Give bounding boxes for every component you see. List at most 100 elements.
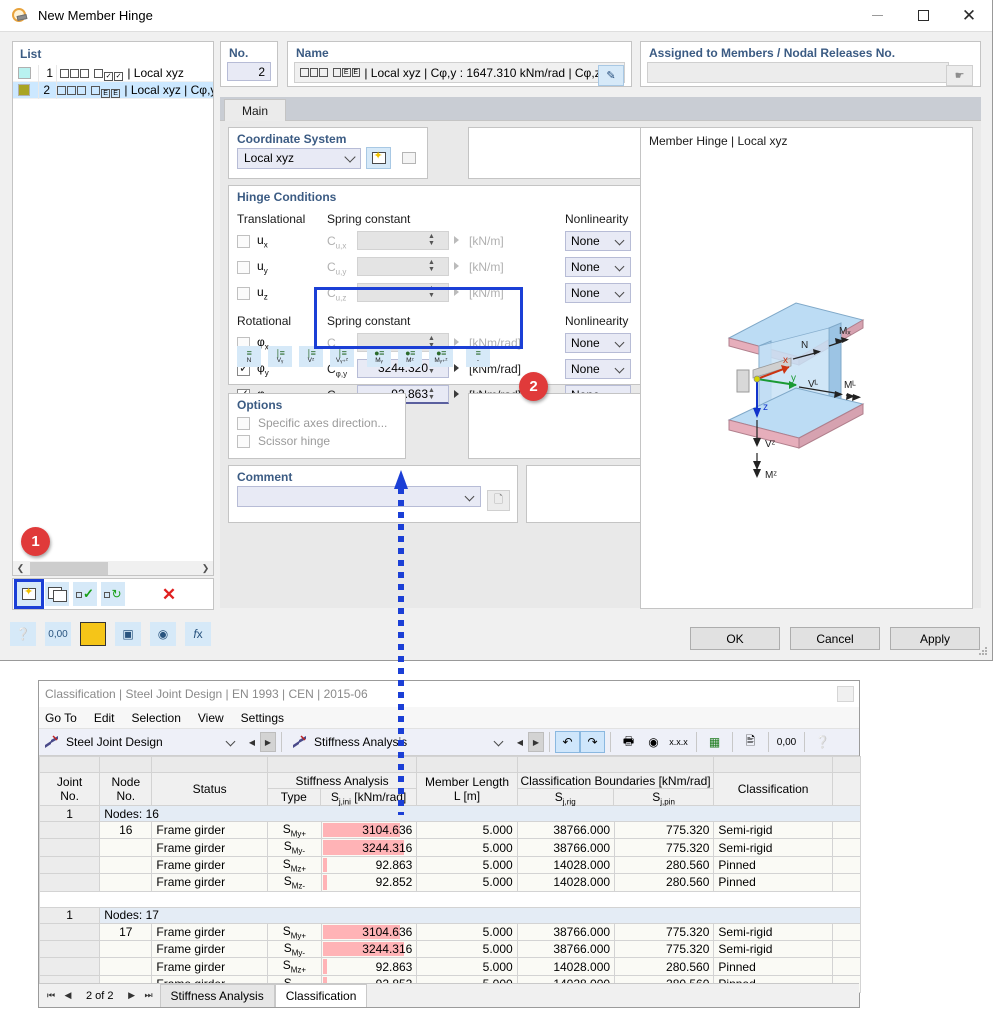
table-row[interactable]: Frame girder SMz+ 92.863 5.000 14028.000… [38,855,862,875]
name-field[interactable]: EE | Local xyz | Cφ,y : 1647.310 kNm/rad… [294,62,625,83]
edit-coordinate-system-button[interactable] [396,147,421,169]
undo-icon[interactable]: ↶ [555,731,580,753]
checkbox-box[interactable] [237,434,250,448]
report-icon[interactable]: 🖹 [738,731,763,753]
preset-mz-button[interactable]: ●≡ Mᶻ [398,346,422,367]
ok-button[interactable]: OK [690,627,780,650]
menu-selection[interactable]: Selection [132,711,181,725]
number-field[interactable]: 2 [227,62,271,81]
option-scissor-hinge[interactable]: Scissor hinge [229,434,405,448]
render-icon[interactable]: ▣ [115,622,141,646]
redo-icon[interactable]: ↷ [580,731,605,753]
checkbox-uy[interactable]: uy [237,257,268,277]
table-row[interactable]: 17 Frame girder SMy+ 3104.636 5.000 3876… [38,922,862,941]
expand-cphix-icon[interactable] [454,338,459,346]
prev-module-icon[interactable]: ◀ [244,732,260,752]
help-icon[interactable]: ❔ [10,622,36,646]
select-all-button[interactable]: ✓ [73,582,97,606]
table-row[interactable]: Frame girder SMz+ 92.863 5.000 14028.000… [38,957,862,976]
spin-cuy[interactable]: ▲ ▼ [357,257,449,276]
list-item[interactable]: 1 ✓ ✓ | Local xyz [13,65,213,82]
excel-icon[interactable]: ▦ [702,731,727,753]
header-classification[interactable]: Classification [713,772,833,806]
scrollbar-thumb[interactable] [30,561,108,575]
next-module-icon[interactable]: ▶ [260,732,276,752]
checkbox-box[interactable] [237,416,250,430]
expand-cphiz-icon[interactable] [454,390,459,398]
header-joint-no[interactable]: Joint No. [38,772,101,806]
menu-settings[interactable]: Settings [241,711,284,725]
checkbox-box[interactable] [237,260,250,274]
apply-button[interactable]: Apply [890,627,980,650]
nonlinearity-phiy-select[interactable]: None [565,359,631,379]
table-group-row[interactable]: 1 Nodes: 16 [38,805,861,822]
expand-cuy-icon[interactable] [454,262,459,270]
reset-selection-button[interactable]: ↻ [101,582,125,606]
edit-name-button[interactable]: ✎ [598,65,624,86]
footer-tab-classification[interactable]: Classification [274,984,368,1007]
checkbox-uz[interactable]: uz [237,283,268,303]
scroll-left-icon[interactable]: ❮ [13,563,28,574]
member-hinge-3d-view[interactable]: x y z N Mₓ Vᴸ Mᴸ Vᶻ Mᶻ [641,148,974,588]
expand-cuz-icon[interactable] [454,288,459,296]
option-specific-axes[interactable]: Specific axes direction... [229,416,405,430]
table-window-menu-button[interactable] [837,686,854,702]
checkbox-box[interactable] [237,234,250,248]
list-item[interactable]: 2 EE | Local xyz | Cφ,y : 1 [13,82,213,99]
coordinate-system-select[interactable]: Local xyz [237,147,361,169]
header-member-length[interactable]: Member Length L [m] [416,772,518,806]
footer-tab-stiffness-analysis[interactable]: Stiffness Analysis [159,984,275,1007]
tab-main[interactable]: Main [224,99,286,121]
last-page-icon[interactable]: ⏭ [142,990,156,1001]
next-table-icon[interactable]: ▶ [528,732,544,752]
formula-icon[interactable]: fx [185,622,211,646]
preset-vyvz-button[interactable]: ∣≡ Vᵧ₊ᶻ [330,346,354,367]
minimize-icon[interactable] [854,0,900,32]
hinge-list[interactable]: 1 ✓✓ | Local xyz 2 EE | Local xyz | Cφ,y… [13,65,213,99]
scroll-right-icon[interactable]: ❯ [198,563,213,574]
nonlinearity-uy-select[interactable]: None [565,257,631,277]
menu-edit[interactable]: Edit [94,711,115,725]
preset-n-button[interactable]: ≡ N [237,346,261,367]
spinner-arrows-icon[interactable]: ▲▼ [427,259,436,274]
spinner-arrows-icon[interactable]: ▲▼ [427,285,436,300]
preset-vy-button[interactable]: ∣≡ Vᵧ [268,346,292,367]
print-icon[interactable]: 🖶 [616,731,641,753]
table-row[interactable]: Frame girder SMy- 3244.316 5.000 38766.0… [38,838,862,857]
nonlinearity-uz-select[interactable]: None [565,283,631,303]
nonlinearity-phix-select[interactable]: None [565,333,631,353]
copy-hinge-button[interactable] [45,582,69,606]
menu-view[interactable]: View [198,711,224,725]
first-page-icon[interactable]: ⏮ [44,990,58,1001]
help-icon[interactable]: ❔ [810,731,835,753]
assigned-field[interactable] [647,62,949,83]
spin-cux[interactable]: ▲ ▼ [357,231,449,250]
xxx-icon[interactable]: x.x.x [666,731,691,753]
header-node-no[interactable]: Node No. [99,772,153,806]
checkbox-box[interactable] [237,286,250,300]
table-group-row[interactable]: 1 Nodes: 17 [38,906,861,924]
table-row[interactable]: Frame girder SMz- 92.852 5.000 14028.000… [38,873,862,892]
preset-none-button[interactable]: ≡ - [466,346,490,367]
delete-hinge-button[interactable]: ✕ [157,582,181,606]
preset-mymz-button[interactable]: ●≡ Mᵧ₊ᶻ [429,346,453,367]
table-row[interactable]: Frame girder SMy- 3244.316 5.000 38766.0… [38,939,862,959]
nonlinearity-ux-select[interactable]: None [565,231,631,251]
header-sj-pin[interactable]: Sj,pin [614,789,714,806]
new-coordinate-system-button[interactable]: ✦ [366,147,391,169]
view-icon[interactable]: ◉ [641,731,666,753]
module-select[interactable]: Steel Joint Design [39,729,244,756]
close-icon[interactable]: ✕ [946,0,992,32]
expand-cux-icon[interactable] [454,236,459,244]
header-type[interactable]: Type [268,789,321,805]
header-status[interactable]: Status [151,772,268,806]
checkbox-ux[interactable]: ux [237,231,268,251]
resize-grip[interactable] [978,647,988,657]
new-hinge-button[interactable]: ✦ [14,579,44,609]
spin-cuz[interactable]: ▲ ▼ [357,283,449,302]
preset-my-button[interactable]: ●≡ Mᵧ [367,346,391,367]
cancel-button[interactable]: Cancel [790,627,880,650]
header-sj-rig[interactable]: Sj,rig [518,789,614,806]
view-icon[interactable]: ◉ [150,622,176,646]
preset-vz-button[interactable]: ∣≡ Vᶻ [299,346,323,367]
